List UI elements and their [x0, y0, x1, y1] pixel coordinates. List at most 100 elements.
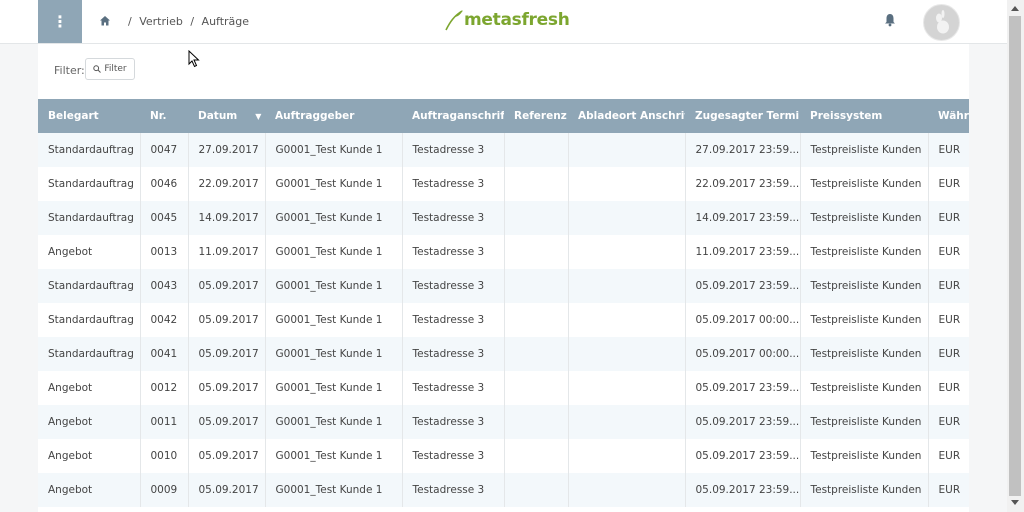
table-cell[interactable]: Standardauftrag [38, 337, 140, 371]
table-cell[interactable] [503, 405, 568, 439]
table-cell[interactable]: 05.09.2017 [187, 405, 265, 439]
table-cell[interactable]: EUR [927, 371, 969, 405]
table-cell[interactable]: G0001_Test Kunde 1 [264, 167, 402, 201]
table-row[interactable]: Standardauftrag 0046 22.09.2017 G0001_Test … [38, 167, 969, 201]
table-cell[interactable]: 05.09.2017 23:59... [684, 405, 800, 439]
table-cell[interactable]: 05.09.2017 [187, 337, 265, 371]
filter-button[interactable]: Filter [85, 58, 135, 80]
table-cell[interactable] [503, 201, 568, 235]
home-icon[interactable] [99, 15, 111, 27]
table-cell[interactable]: 27.09.2017 [187, 133, 265, 167]
table-cell[interactable]: Testpreisliste Kunden [799, 405, 928, 439]
table-cell[interactable]: 0045 [139, 201, 188, 235]
table-cell[interactable]: G0001_Test Kunde 1 [264, 371, 402, 405]
table-cell[interactable]: 05.09.2017 00:00... [684, 303, 800, 337]
table-cell[interactable] [503, 303, 568, 337]
table-cell[interactable]: 0012 [139, 371, 188, 405]
table-row[interactable]: Angebot 0010 05.09.2017 G0001_Test Kunde 1T… [38, 439, 969, 473]
table-cell[interactable] [503, 269, 568, 303]
table-cell[interactable]: 11.09.2017 23:59... [684, 235, 800, 269]
table-cell[interactable]: Testpreisliste Kunden [799, 167, 928, 201]
table-row[interactable]: Angebot 0013 11.09.2017 G0001_Test Kunde 1T… [38, 235, 969, 269]
table-cell[interactable]: 11.09.2017 [187, 235, 265, 269]
table-cell[interactable]: EUR [927, 269, 969, 303]
table-cell[interactable]: G0001_Test Kunde 1 [264, 133, 402, 167]
table-cell[interactable]: G0001_Test Kunde 1 [264, 473, 402, 507]
column-header-sorted[interactable]: Datum ▼ [188, 99, 265, 133]
table-cell[interactable]: EUR [927, 337, 969, 371]
table-cell[interactable]: 05.09.2017 23:59... [684, 473, 800, 507]
menu-button[interactable]: ⋮ [38, 0, 82, 43]
column-header[interactable]: Referenz [504, 99, 568, 133]
table-cell[interactable]: Angebot [38, 405, 140, 439]
table-cell[interactable]: Testadresse 3 [401, 133, 504, 167]
column-header[interactable]: Abladeort Anschrift [568, 99, 685, 133]
table-cell[interactable]: 05.09.2017 [187, 303, 265, 337]
table-row[interactable]: Standardauftrag 0045 14.09.2017 G0001_Test … [38, 201, 969, 235]
table-cell[interactable] [567, 303, 685, 337]
table-cell[interactable]: Testpreisliste Kunden [799, 439, 928, 473]
table-row[interactable]: Angebot 0009 05.09.2017 G0001_Test Kunde 1T… [38, 473, 969, 507]
table-cell[interactable]: 0042 [139, 303, 188, 337]
table-cell[interactable]: G0001_Test Kunde 1 [264, 201, 402, 235]
table-cell[interactable] [567, 473, 685, 507]
table-cell[interactable] [567, 133, 685, 167]
column-header[interactable]: Währu [928, 99, 969, 133]
table-cell[interactable]: G0001_Test Kunde 1 [264, 303, 402, 337]
table-row[interactable]: Standardauftrag 0047 27.09.2017 G0001_Test … [38, 133, 969, 167]
table-cell[interactable]: Testadresse 3 [401, 405, 504, 439]
table-cell[interactable]: 05.09.2017 23:59... [684, 371, 800, 405]
breadcrumb-item-auftraege[interactable]: Aufträge [202, 15, 250, 28]
table-cell[interactable]: 14.09.2017 [187, 201, 265, 235]
table-cell[interactable] [503, 337, 568, 371]
table-cell[interactable]: 22.09.2017 [187, 167, 265, 201]
table-cell[interactable]: Angebot [38, 371, 140, 405]
table-cell[interactable] [567, 167, 685, 201]
table-cell[interactable] [503, 439, 568, 473]
table-cell[interactable]: Angebot [38, 473, 140, 507]
table-cell[interactable]: 0013 [139, 235, 188, 269]
table-cell[interactable]: 0011 [139, 405, 188, 439]
table-row[interactable]: Standardauftrag 0043 05.09.2017 G0001_Test … [38, 269, 969, 303]
table-cell[interactable] [567, 201, 685, 235]
table-cell[interactable]: Testadresse 3 [401, 167, 504, 201]
table-cell[interactable]: Testpreisliste Kunden [799, 201, 928, 235]
table-cell[interactable]: 14.09.2017 23:59... [684, 201, 800, 235]
table-cell[interactable] [503, 133, 568, 167]
table-cell[interactable] [567, 337, 685, 371]
table-row[interactable]: Standardauftrag 0041 05.09.2017 G0001_Test … [38, 337, 969, 371]
table-cell[interactable]: EUR [927, 167, 969, 201]
table-cell[interactable]: 05.09.2017 23:59... [684, 269, 800, 303]
table-cell[interactable]: 05.09.2017 23:59... [684, 439, 800, 473]
table-cell[interactable]: Standardauftrag [38, 201, 140, 235]
table-cell[interactable] [503, 371, 568, 405]
table-cell[interactable] [503, 473, 568, 507]
table-cell[interactable]: Testadresse 3 [401, 439, 504, 473]
table-cell[interactable]: 05.09.2017 [187, 439, 265, 473]
column-header[interactable]: Auftraggeber [265, 99, 402, 133]
table-cell[interactable]: Testadresse 3 [401, 303, 504, 337]
table-cell[interactable] [503, 167, 568, 201]
scroll-up-arrow-icon[interactable] [1011, 6, 1019, 11]
table-cell[interactable]: Testpreisliste Kunden [799, 133, 928, 167]
table-cell[interactable]: G0001_Test Kunde 1 [264, 337, 402, 371]
table-cell[interactable]: 05.09.2017 [187, 473, 265, 507]
scroll-down-arrow-icon[interactable] [1011, 500, 1019, 505]
table-cell[interactable]: 0047 [139, 133, 188, 167]
table-row[interactable]: Angebot 0011 05.09.2017 G0001_Test Kunde 1T… [38, 405, 969, 439]
table-cell[interactable]: Testadresse 3 [401, 269, 504, 303]
table-cell[interactable]: Testpreisliste Kunden [799, 303, 928, 337]
table-cell[interactable]: 05.09.2017 [187, 371, 265, 405]
table-cell[interactable]: G0001_Test Kunde 1 [264, 405, 402, 439]
table-cell[interactable]: G0001_Test Kunde 1 [264, 439, 402, 473]
table-cell[interactable]: Testadresse 3 [401, 235, 504, 269]
table-cell[interactable]: EUR [927, 235, 969, 269]
table-cell[interactable] [567, 405, 685, 439]
table-cell[interactable]: Standardauftrag [38, 167, 140, 201]
table-row[interactable]: Angebot 0012 05.09.2017 G0001_Test Kunde 1T… [38, 371, 969, 405]
table-cell[interactable]: EUR [927, 133, 969, 167]
table-cell[interactable]: EUR [927, 201, 969, 235]
table-cell[interactable]: Testpreisliste Kunden [799, 269, 928, 303]
table-cell[interactable]: 05.09.2017 00:00... [684, 337, 800, 371]
table-cell[interactable]: Testadresse 3 [401, 371, 504, 405]
